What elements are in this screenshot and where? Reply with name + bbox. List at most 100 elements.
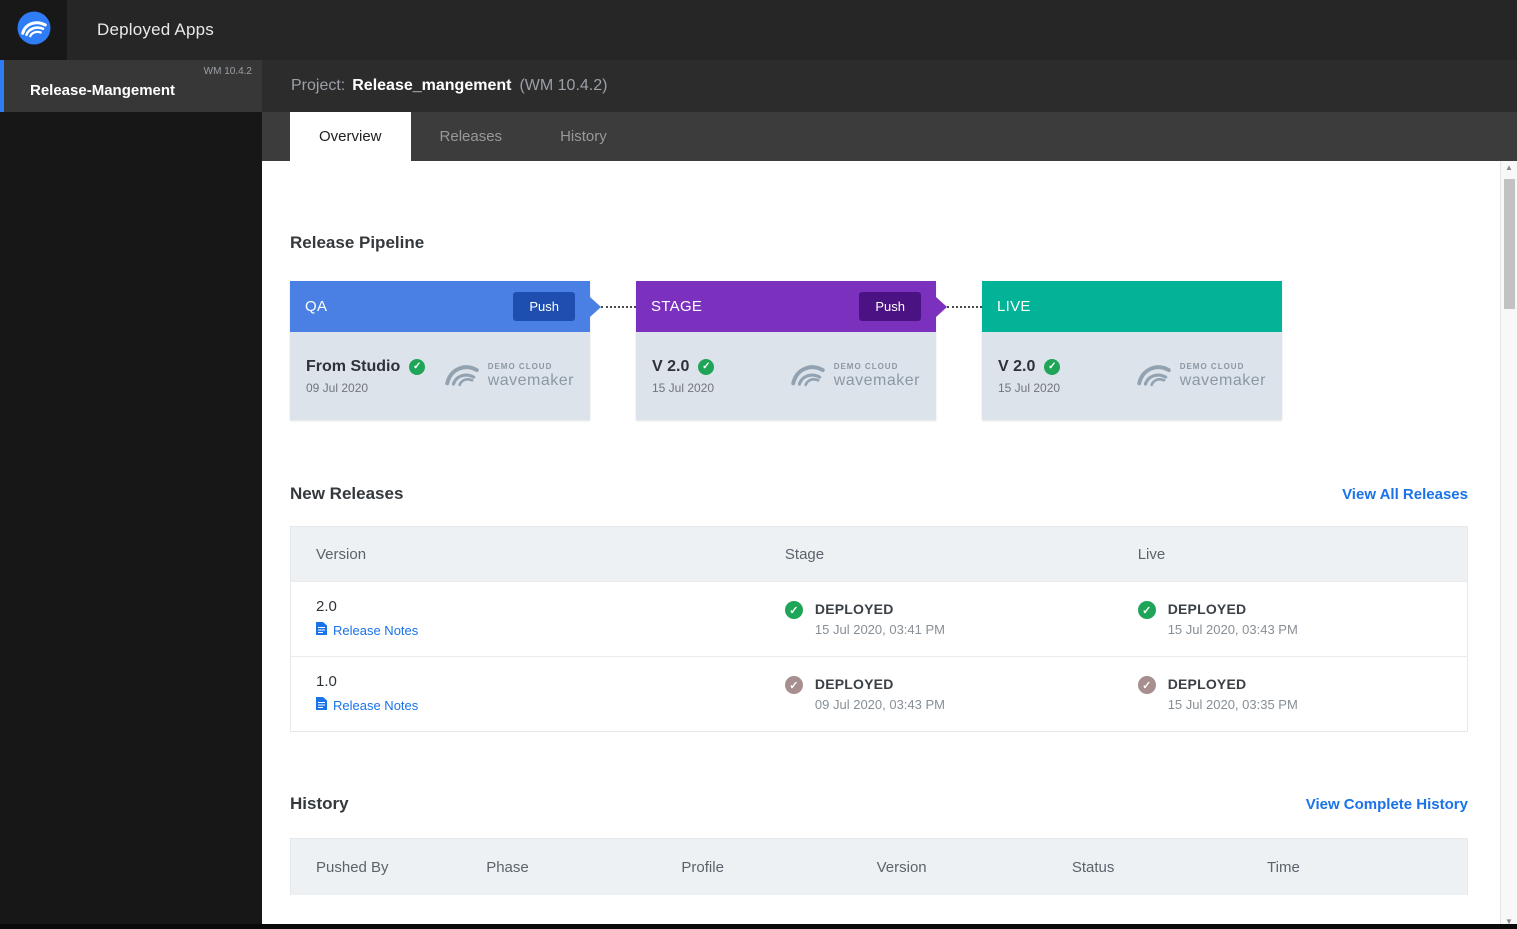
column-header-profile: Profile xyxy=(681,858,724,876)
tab-releases[interactable]: Releases xyxy=(411,112,532,161)
dotted-line xyxy=(947,305,982,308)
pipeline-connector xyxy=(936,281,982,332)
table-header-row: Version Stage Live xyxy=(291,527,1467,581)
sidebar-item-label: Release-Mangement xyxy=(30,81,176,99)
stage-header: LIVE xyxy=(982,281,1282,332)
project-prefix: Project: xyxy=(291,77,346,94)
stage-version: From Studio xyxy=(306,357,401,375)
deploy-status: DEPLOYED xyxy=(1167,676,1247,692)
scroll-up-icon[interactable]: ▲ xyxy=(1501,161,1517,175)
stage-card-qa: QA Push From Studio ✓ 09 Jul 2020 DEMO C… xyxy=(290,281,590,420)
project-version: (WM 10.4.2) xyxy=(519,77,608,94)
view-complete-history-link[interactable]: View Complete History xyxy=(1306,796,1468,813)
app-logo-box[interactable] xyxy=(0,0,67,60)
column-header-time: Time xyxy=(1267,858,1300,876)
release-notes-label: Release Notes xyxy=(333,622,419,638)
sidebar: WM 10.4.2 Release-Mangement xyxy=(0,60,262,929)
deployed-check-icon: ✓ xyxy=(784,601,803,619)
stage-version: V 2.0 xyxy=(998,357,1036,375)
deploy-time: 15 Jul 2020, 03:41 PM xyxy=(814,622,945,637)
check-icon: ✓ xyxy=(409,358,426,375)
check-icon: ✓ xyxy=(1044,358,1061,375)
release-notes-link[interactable]: Release Notes xyxy=(316,697,418,713)
push-button[interactable]: Push xyxy=(513,292,575,321)
release-pipeline-title: Release Pipeline xyxy=(290,233,425,252)
history-title: History xyxy=(290,794,349,813)
column-header-pushed-by: Pushed By xyxy=(316,858,389,876)
stage-version: V 2.0 xyxy=(652,357,690,375)
view-all-releases-link[interactable]: View All Releases xyxy=(1342,486,1468,503)
stage-body: V 2.0 ✓ 15 Jul 2020 DEMO CLOUD wavemaker xyxy=(636,332,936,420)
new-releases-title: New Releases xyxy=(290,484,404,503)
release-notes-label: Release Notes xyxy=(333,697,419,713)
check-icon: ✓ xyxy=(698,358,715,375)
wavemaker-cloud-logo: DEMO CLOUD wavemaker xyxy=(1134,360,1266,393)
stage-header: QA Push xyxy=(290,281,590,332)
stage-name: STAGE xyxy=(651,298,703,315)
stage-date: 15 Jul 2020 xyxy=(998,380,1061,395)
project-header: Project: Release_mangement (WM 10.4.2) xyxy=(262,60,1517,112)
history-section: History View Complete History Pushed By … xyxy=(290,794,1468,895)
top-bar: Deployed Apps xyxy=(0,0,1517,60)
column-header-version: Version xyxy=(876,858,927,876)
arrow-right-icon xyxy=(936,296,947,317)
sidebar-item-release-management[interactable]: WM 10.4.2 Release-Mangement xyxy=(0,60,262,112)
logo-text-bottom: wavemaker xyxy=(487,372,574,389)
arrow-right-icon xyxy=(590,296,601,317)
document-icon xyxy=(316,622,327,638)
wavemaker-cloud-logo: DEMO CLOUD wavemaker xyxy=(442,360,574,393)
deployed-check-icon: ✓ xyxy=(784,676,803,694)
stage-name: QA xyxy=(305,298,328,315)
push-button[interactable]: Push xyxy=(859,292,921,321)
deploy-time: 09 Jul 2020, 03:43 PM xyxy=(814,697,945,712)
stage-body: V 2.0 ✓ 15 Jul 2020 DEMO CLOUD wavemaker xyxy=(982,332,1282,420)
history-table: Pushed By Phase Profile Version Status T… xyxy=(290,838,1468,895)
window-bottom-edge xyxy=(0,924,1517,929)
wave-icon xyxy=(788,360,828,393)
tab-bar: Overview Releases History xyxy=(262,112,1517,161)
deployed-check-icon: ✓ xyxy=(1137,676,1156,694)
tab-overview[interactable]: Overview xyxy=(290,112,411,161)
new-releases-table: Version Stage Live 2.0 Release Notes ✓ D… xyxy=(290,526,1468,732)
sidebar-item-version: WM 10.4.2 xyxy=(203,66,252,77)
release-pipeline-section: Release Pipeline QA Push From Studio ✓ 0… xyxy=(290,233,1468,420)
main-content: Release Pipeline QA Push From Studio ✓ 0… xyxy=(262,161,1517,929)
logo-text-bottom: wavemaker xyxy=(1179,372,1266,389)
pipeline-connector xyxy=(590,281,636,332)
deploy-status: DEPLOYED xyxy=(814,676,894,692)
release-notes-link[interactable]: Release Notes xyxy=(316,622,418,638)
stage-date: 09 Jul 2020 xyxy=(306,380,369,395)
wavemaker-logo-icon xyxy=(16,10,52,51)
dotted-line xyxy=(601,305,636,308)
pipeline-cards: QA Push From Studio ✓ 09 Jul 2020 DEMO C… xyxy=(290,281,1468,420)
wavemaker-cloud-logo: DEMO CLOUD wavemaker xyxy=(788,360,920,393)
vertical-scrollbar[interactable]: ▲ ▼ xyxy=(1500,161,1517,929)
wave-icon xyxy=(442,360,482,393)
stage-date: 15 Jul 2020 xyxy=(652,380,715,395)
table-header-row: Pushed By Phase Profile Version Status T… xyxy=(291,839,1467,895)
deploy-status: DEPLOYED xyxy=(814,601,894,617)
logo-text-top: DEMO CLOUD xyxy=(1179,362,1245,371)
deploy-time: 15 Jul 2020, 03:35 PM xyxy=(1167,697,1298,712)
wave-icon xyxy=(1134,360,1174,393)
scrollbar-thumb[interactable] xyxy=(1503,179,1515,309)
stage-card-live: LIVE V 2.0 ✓ 15 Jul 2020 DEMO CLOUD wave… xyxy=(982,281,1282,420)
tab-history[interactable]: History xyxy=(531,112,636,161)
column-header-phase: Phase xyxy=(486,858,529,876)
release-version: 2.0 xyxy=(316,598,337,615)
deploy-time: 15 Jul 2020, 03:43 PM xyxy=(1167,622,1298,637)
column-header-stage: Stage xyxy=(784,545,825,563)
column-header-status: Status xyxy=(1071,858,1115,876)
logo-text-top: DEMO CLOUD xyxy=(487,362,553,371)
stage-name: LIVE xyxy=(997,298,1031,315)
logo-text-bottom: wavemaker xyxy=(833,372,920,389)
deployed-check-icon: ✓ xyxy=(1137,601,1156,619)
release-row: 1.0 Release Notes ✓ DEPLOYED 09 Jul 2020… xyxy=(291,656,1467,731)
stage-card-stage: STAGE Push V 2.0 ✓ 15 Jul 2020 DEMO CLOU… xyxy=(636,281,936,420)
page-title: Deployed Apps xyxy=(97,20,214,39)
new-releases-section: New Releases View All Releases Version S… xyxy=(290,484,1468,732)
deploy-status: DEPLOYED xyxy=(1167,601,1247,617)
document-icon xyxy=(316,697,327,713)
stage-body: From Studio ✓ 09 Jul 2020 DEMO CLOUD wav… xyxy=(290,332,590,420)
column-header-version: Version xyxy=(316,545,367,563)
